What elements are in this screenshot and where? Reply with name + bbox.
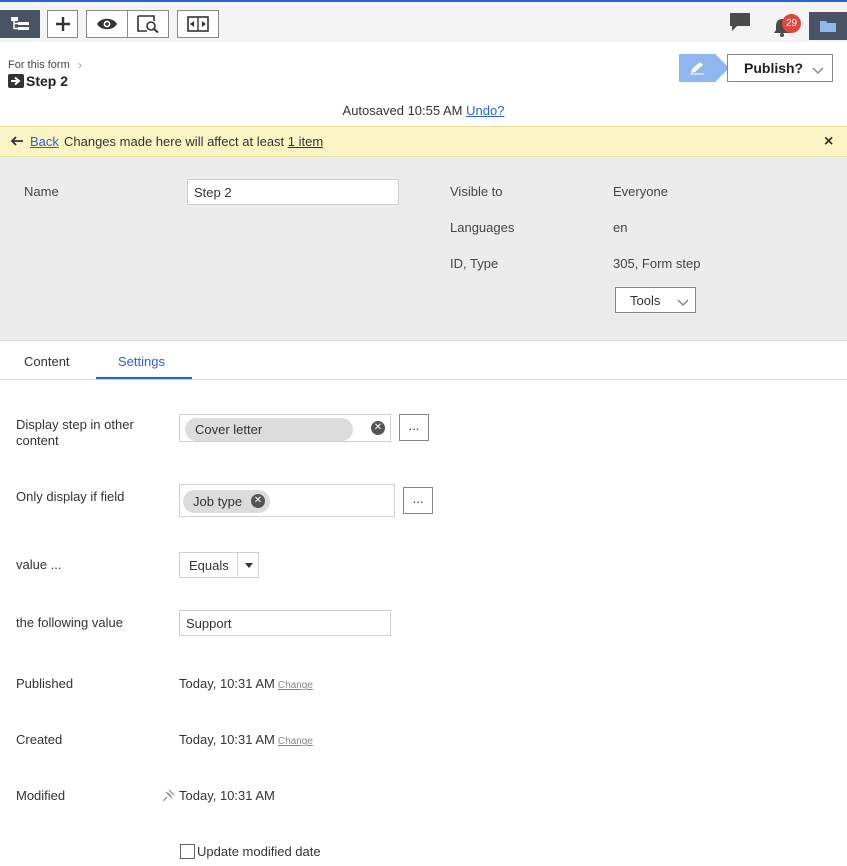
page-title-text: Step 2 (26, 73, 69, 89)
cover-letter-chip: Cover letter (185, 418, 353, 441)
tab-settings[interactable]: Settings (118, 354, 165, 369)
preview-button[interactable] (127, 10, 169, 38)
arrow-right-icon (8, 74, 24, 88)
unpin-icon[interactable] (161, 789, 175, 806)
compare-button[interactable] (177, 10, 219, 38)
name-input[interactable]: Step 2 (187, 179, 399, 205)
preview-search-icon (137, 15, 159, 33)
change-published-link[interactable]: Change (278, 680, 313, 691)
created-label: Created (16, 732, 63, 747)
notice-bar: Back Changes made here will affect at le… (0, 126, 847, 157)
plus-icon (55, 16, 71, 32)
operator-select[interactable]: Equals (179, 552, 259, 578)
published-label: Published (16, 676, 74, 691)
chevron-right-icon: › (78, 58, 82, 72)
breadcrumb-parent[interactable]: For this form (8, 59, 70, 71)
select-field-button[interactable]: ... (403, 487, 433, 514)
edit-button[interactable] (679, 54, 715, 82)
select-content-button[interactable]: ... (399, 414, 429, 441)
eye-icon (96, 17, 118, 31)
published-value: Today, 10:31 AM (179, 676, 275, 691)
back-link[interactable]: Back (30, 134, 59, 149)
autosave-text: Autosaved 10:55 AM (342, 103, 463, 118)
only-display-label: Only display if field (16, 489, 125, 504)
close-icon[interactable]: × (824, 134, 833, 150)
chevron-down-icon (812, 62, 824, 78)
chevron-down-icon (677, 295, 689, 310)
created-value: Today, 10:31 AM (179, 732, 275, 747)
id-type-label: ID, Type (450, 256, 499, 271)
notification-count-badge: 29 (782, 14, 801, 33)
name-label: Name (24, 184, 59, 199)
select-divider (237, 553, 238, 577)
tools-label: Tools (630, 293, 661, 308)
notice-text: Changes made here will affect at least (64, 134, 285, 149)
visible-to-label: Visible to (450, 184, 503, 199)
modified-label: Modified (16, 788, 66, 803)
display-step-field[interactable]: Cover letter ✕ (179, 414, 391, 442)
created-date: Today, 10:31 AM Change (179, 732, 313, 747)
caret-down-icon (245, 563, 253, 568)
publish-label: Publish? (744, 60, 804, 76)
visible-to-value[interactable]: Everyone (613, 184, 668, 199)
id-type-value: 305, Form step (613, 256, 701, 271)
display-step-label: Display step in other content (16, 417, 134, 448)
languages-label: Languages (450, 220, 515, 235)
value-label: value ... (16, 557, 62, 572)
publish-button[interactable]: Publish? (727, 54, 833, 82)
operator-value: Equals (189, 558, 229, 573)
tab-bar: Content Settings (0, 342, 847, 380)
folder-icon (819, 19, 837, 33)
comment-icon (729, 13, 751, 35)
arrow-left-icon (10, 135, 24, 150)
compare-icon (187, 16, 209, 32)
folder-button[interactable] (809, 12, 847, 40)
languages-value: en (613, 220, 628, 235)
add-button[interactable] (47, 10, 78, 38)
page-title: Step 2 (8, 73, 68, 89)
notice-message: Changes made here will affect at least 1… (64, 134, 323, 149)
tools-dropdown[interactable]: Tools (615, 287, 696, 313)
following-value-input[interactable]: Support (179, 610, 391, 636)
notice-items-link[interactable]: 1 item (288, 134, 323, 149)
undo-link[interactable]: Undo? (466, 103, 504, 118)
update-modified-checkbox[interactable] (180, 844, 195, 859)
remove-chip-icon[interactable]: ✕ (251, 494, 265, 508)
properties-panel: Name Step 2 Visible to Everyone Language… (0, 157, 847, 341)
view-button[interactable] (86, 10, 128, 38)
pencil-icon (689, 61, 705, 78)
active-tab-indicator (96, 377, 192, 379)
tab-content[interactable]: Content (24, 354, 70, 369)
following-value-label: the following value (16, 615, 123, 630)
only-display-field[interactable]: Job type ✕ (179, 484, 395, 517)
remove-chip-icon[interactable]: ✕ (371, 421, 385, 435)
update-modified-label[interactable]: Update modified date (197, 844, 321, 859)
tree-icon (10, 16, 30, 32)
autosave-status: Autosaved 10:55 AM Undo? (0, 103, 847, 118)
change-created-link[interactable]: Change (278, 736, 313, 747)
comments-button[interactable] (729, 12, 751, 35)
published-date: Today, 10:31 AM Change (179, 676, 313, 691)
modified-value: Today, 10:31 AM (179, 788, 275, 803)
tree-view-button[interactable] (0, 10, 40, 38)
